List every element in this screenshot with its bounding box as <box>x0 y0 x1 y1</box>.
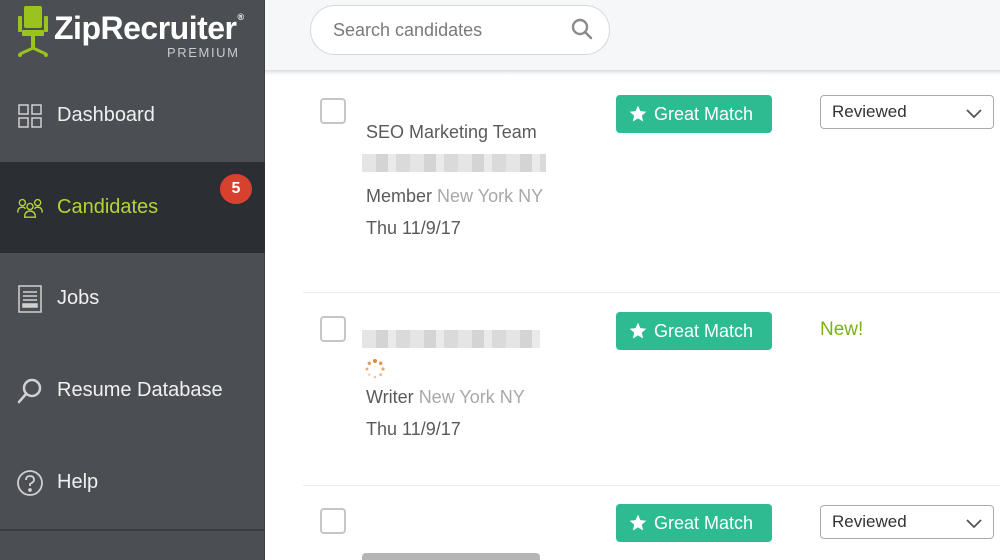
star-icon <box>629 514 647 531</box>
people-icon <box>17 195 43 221</box>
grid-icon <box>17 103 43 129</box>
top-bar-shadow <box>265 70 1000 76</box>
candidate-date: Thu 11/9/17 <box>366 218 461 238</box>
loading-spinner-icon <box>365 359 385 379</box>
sidebar-item-jobs[interactable]: Jobs <box>0 253 265 344</box>
sidebar: ZipRecruiter® PREMIUM Dashboard Candidat… <box>0 0 265 560</box>
sidebar-item-label: Candidates <box>57 196 159 218</box>
search-icon <box>17 378 43 404</box>
status-value: Reviewed <box>832 512 907 531</box>
sidebar-divider <box>0 529 265 531</box>
document-icon <box>17 284 43 313</box>
sidebar-item-label: Help <box>57 471 99 493</box>
candidate-role-location: Member New York NY <box>366 186 543 207</box>
candidate-name-placeholder <box>362 553 540 560</box>
candidate-checkbox[interactable] <box>320 508 346 534</box>
candidate-name-blurred <box>362 330 540 348</box>
candidate-checkbox[interactable] <box>320 98 346 124</box>
chevron-down-icon <box>966 519 982 529</box>
candidate-title: SEO Marketing Team <box>366 122 537 142</box>
sidebar-item-candidates[interactable]: Candidates <box>0 162 265 253</box>
sidebar-item-label: Resume Database <box>57 379 223 401</box>
row-divider <box>303 292 1000 293</box>
logo[interactable]: ZipRecruiter® PREMIUM <box>14 4 254 64</box>
search-icon[interactable] <box>571 18 593 45</box>
status-dropdown[interactable]: Reviewed <box>820 95 994 129</box>
candidate-role: Writer <box>366 387 414 407</box>
sidebar-item-resume-database[interactable]: Resume Database <box>0 345 265 436</box>
star-icon <box>629 105 647 122</box>
great-match-label: Great Match <box>654 103 754 124</box>
candidate-checkbox[interactable] <box>320 316 346 342</box>
candidate-role-location: Writer New York NY <box>366 387 525 408</box>
status-dropdown[interactable]: Reviewed <box>820 505 994 539</box>
sidebar-item-dashboard[interactable]: Dashboard <box>0 70 265 161</box>
sidebar-item-label: Dashboard <box>57 104 155 126</box>
great-match-button[interactable]: Great Match <box>616 95 772 133</box>
candidate-date: Thu 11/9/17 <box>366 419 461 439</box>
great-match-label: Great Match <box>654 320 754 341</box>
sidebar-item-help[interactable]: Help <box>0 437 265 528</box>
status-value: Reviewed <box>832 102 907 121</box>
candidate-location: New York NY <box>437 186 544 206</box>
candidate-name-blurred <box>362 154 546 172</box>
great-match-label: Great Match <box>654 512 754 533</box>
star-icon <box>629 322 647 339</box>
new-status-label: New! <box>820 319 864 340</box>
brand-tier: PREMIUM <box>167 45 240 60</box>
chair-logo-icon <box>18 6 48 57</box>
great-match-button[interactable]: Great Match <box>616 312 772 350</box>
sidebar-item-label: Jobs <box>57 287 100 309</box>
chevron-down-icon <box>966 109 982 119</box>
search-input[interactable] <box>333 18 553 42</box>
candidates-count-badge: 5 <box>220 174 252 204</box>
app-root: ZipRecruiter® PREMIUM Dashboard Candidat… <box>0 0 1000 560</box>
help-circle-icon <box>17 469 43 496</box>
search-box[interactable] <box>310 5 610 55</box>
row-divider <box>303 485 1000 486</box>
candidate-location: New York NY <box>418 387 525 407</box>
brand-name: ZipRecruiter® <box>54 10 244 46</box>
candidate-role: Member <box>366 186 433 206</box>
great-match-button[interactable]: Great Match <box>616 504 772 542</box>
